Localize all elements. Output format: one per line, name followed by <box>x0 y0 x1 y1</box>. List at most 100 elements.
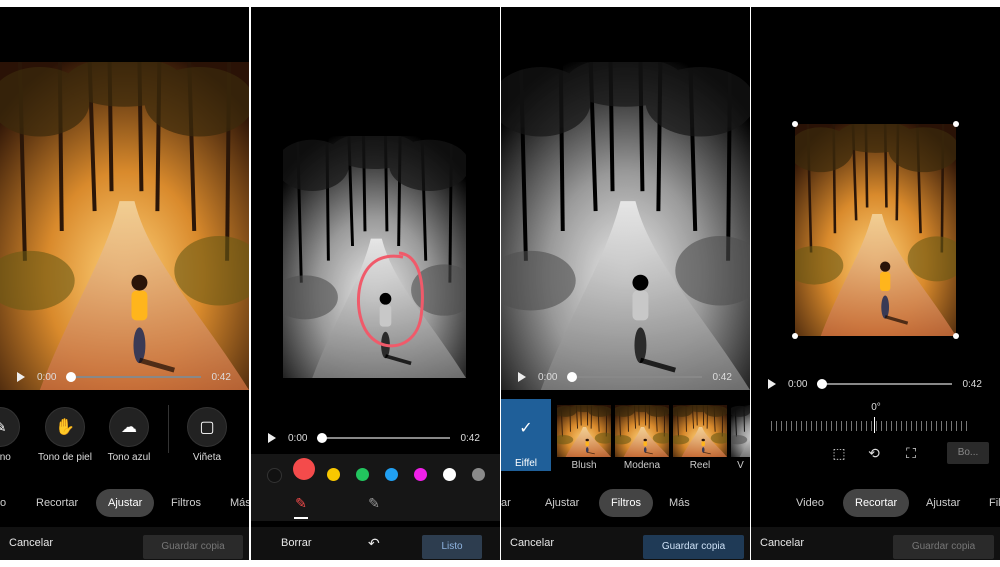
tab-ajustar[interactable]: Ajustar <box>926 489 960 517</box>
tab-mas[interactable]: Más <box>230 489 249 517</box>
cancel-button[interactable]: Cancelar <box>9 527 53 560</box>
scrubber-knob[interactable] <box>567 372 578 382</box>
tab-bar: o Recortar Ajustar Filtros Más <box>0 489 249 517</box>
tool-label: Tono <box>0 452 11 463</box>
time-start: 0:00 <box>37 371 57 383</box>
filter-label: Reel <box>689 460 711 471</box>
hand-icon: ✋ <box>45 407 85 447</box>
time-end: 0:42 <box>712 371 732 383</box>
tab-recortar[interactable]: Recortar <box>36 489 78 517</box>
erase-button[interactable]: Borrar <box>281 527 312 560</box>
scrubber-knob[interactable] <box>817 379 828 389</box>
filter-modena[interactable] <box>615 405 669 457</box>
highlighter-icon[interactable]: ✎ <box>364 495 384 512</box>
tab-ajustar[interactable]: Ajustar <box>545 489 579 517</box>
filter-label: Eiffel <box>501 457 551 471</box>
filter-label: Modena <box>623 460 661 471</box>
time-end: 0:42 <box>460 432 480 444</box>
timeline-scrubber[interactable] <box>66 372 202 382</box>
done-button[interactable]: Listo <box>422 535 482 559</box>
time-start: 0:00 <box>788 378 808 390</box>
video-player-controls: 0:00 0:42 <box>768 375 993 393</box>
video-preview <box>795 124 956 336</box>
tab-partial[interactable]: o <box>0 489 6 517</box>
rotation-dial[interactable] <box>771 421 971 431</box>
panel-crop: 0:00 0:42 0° ⬚ ⟲ ⛶ Bo... Video Recortar … <box>751 7 1000 560</box>
video-preview <box>501 62 750 390</box>
time-end: 0:42 <box>962 378 982 390</box>
crop-handle-top-right[interactable] <box>953 121 959 127</box>
panel-draw: 0:00 0:42 ✎ ✎ Borrar ↶ Listo <box>251 7 500 560</box>
tool-label: Tono azul <box>107 452 151 463</box>
tool-tono-azul[interactable]: ☁ Tono azul <box>99 407 159 463</box>
tab-partial[interactable]: Fil <box>989 489 1000 517</box>
play-icon[interactable] <box>17 372 25 382</box>
play-icon[interactable] <box>268 433 276 443</box>
bottom-bar: Cancelar Guardar copia <box>0 527 249 560</box>
fullscreen-icon[interactable]: ⛶ <box>901 445 921 462</box>
dropper-icon: ✎ <box>0 407 20 447</box>
tab-mas[interactable]: Más <box>669 489 690 517</box>
play-icon[interactable] <box>518 372 526 382</box>
marker-icon[interactable]: ✎ <box>291 495 311 512</box>
time-start: 0:00 <box>288 432 308 444</box>
highlight-circle <box>357 251 424 348</box>
color-white[interactable] <box>443 468 456 481</box>
filter-eiffel-selected[interactable]: ✓ <box>501 399 551 457</box>
video-player-controls: 0:00 0:42 <box>518 368 743 386</box>
video-player-controls: 0:00 0:42 <box>268 429 493 447</box>
save-copy-button[interactable]: Guardar copia <box>893 535 994 559</box>
selected-indicator <box>294 517 308 519</box>
tool-tono-de-piel[interactable]: ✋ Tono de piel <box>35 407 95 463</box>
cloud-icon: ☁ <box>109 407 149 447</box>
video-preview <box>0 62 249 390</box>
tab-video[interactable]: Video <box>796 489 824 517</box>
scrubber-knob[interactable] <box>317 433 328 443</box>
panel-filters: 0:00 0:42 ✓ Eiffel Blush Modena Reel V a… <box>501 7 750 560</box>
color-black[interactable] <box>267 468 282 483</box>
crop-handle-bottom-left[interactable] <box>792 333 798 339</box>
tab-ajustar[interactable]: Ajustar <box>96 489 155 517</box>
crop-handle-bottom-right[interactable] <box>953 333 959 339</box>
timeline-scrubber[interactable] <box>817 379 953 389</box>
color-green[interactable] <box>356 468 369 481</box>
scrubber-knob[interactable] <box>66 372 77 382</box>
crop-handle-top-left[interactable] <box>792 121 798 127</box>
tool-label: Viñeta <box>192 452 222 463</box>
filter-blush[interactable] <box>557 405 611 457</box>
filter-label: V <box>737 460 744 471</box>
rotation-angle: 0° <box>871 402 881 413</box>
color-blue[interactable] <box>385 468 398 481</box>
check-icon: ✓ <box>519 420 533 437</box>
reset-button[interactable]: Bo... <box>947 442 989 464</box>
tab-recortar[interactable]: Recortar <box>843 489 910 517</box>
filter-label: Blush <box>571 460 597 471</box>
tab-filtros[interactable]: Filtros <box>599 489 653 517</box>
undo-icon[interactable]: ↶ <box>368 527 380 560</box>
video-player-controls: 0:00 0:42 <box>17 368 242 386</box>
timeline-scrubber[interactable] <box>567 372 703 382</box>
tool-vineta[interactable]: ▢ Viñeta <box>177 407 237 463</box>
aspect-ratio-icon[interactable]: ⬚ <box>829 445 849 462</box>
color-red-selected[interactable] <box>293 458 315 480</box>
time-end: 0:42 <box>211 371 231 383</box>
color-magenta[interactable] <box>414 468 427 481</box>
cancel-button[interactable]: Cancelar <box>510 527 554 560</box>
filter-partial[interactable] <box>731 405 750 457</box>
rotate-icon[interactable]: ⟲ <box>864 445 884 462</box>
color-yellow[interactable] <box>327 468 340 481</box>
color-gray[interactable] <box>472 468 485 481</box>
tool-tono[interactable]: ✎ Tono <box>0 407 30 463</box>
bottom-bar: Cancelar Guardar copia <box>751 527 1000 560</box>
cancel-button[interactable]: Cancelar <box>760 527 804 560</box>
dial-indicator <box>874 417 875 433</box>
tab-filtros[interactable]: Filtros <box>171 489 201 517</box>
bottom-bar: Cancelar Guardar copia <box>501 527 750 560</box>
bottom-bar: Borrar ↶ Listo <box>251 527 500 560</box>
timeline-scrubber[interactable] <box>317 433 451 443</box>
save-copy-button[interactable]: Guardar copia <box>643 535 744 559</box>
save-copy-button[interactable]: Guardar copia <box>143 535 243 559</box>
filter-reel[interactable] <box>673 405 727 457</box>
tab-partial[interactable]: ar <box>501 489 511 517</box>
play-icon[interactable] <box>768 379 776 389</box>
